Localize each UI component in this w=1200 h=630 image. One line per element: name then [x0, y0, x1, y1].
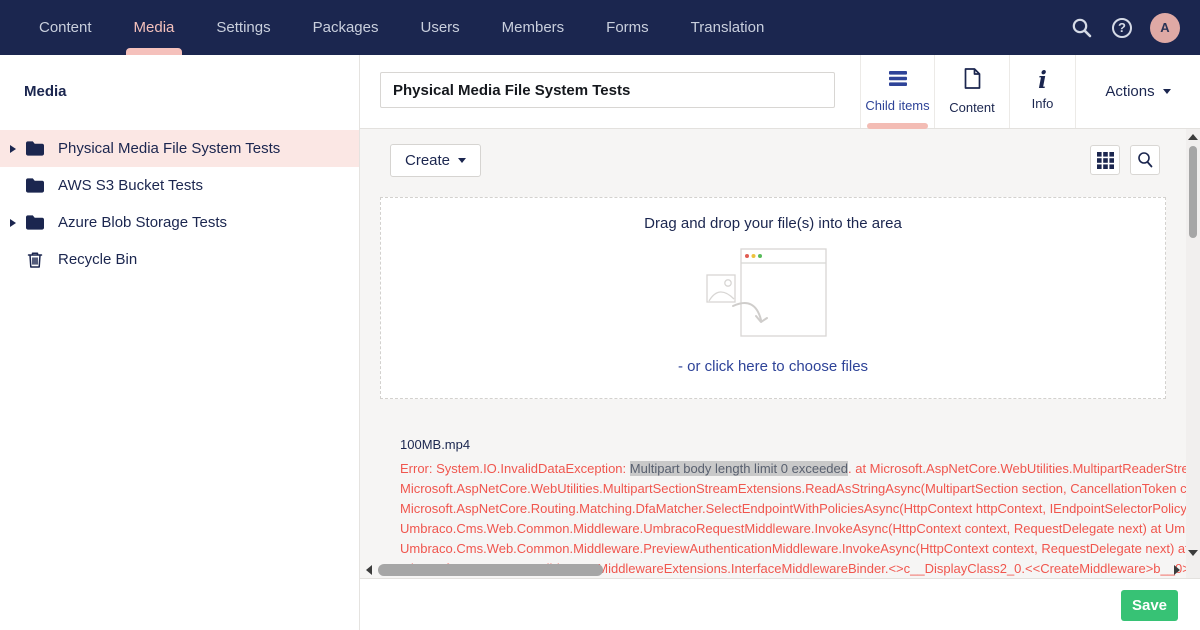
error-line: Error: System.IO.InvalidDataException: M… — [400, 459, 1186, 479]
document-icon — [964, 68, 981, 94]
horizontal-scrollbar[interactable] — [362, 563, 1182, 577]
tree-item-physical-media[interactable]: Physical Media File System Tests — [0, 130, 359, 167]
nav-item-users[interactable]: Users — [399, 0, 480, 55]
editor-header: Child items Content i Info Actions — [360, 55, 1200, 129]
vertical-scrollbar-thumb[interactable] — [1189, 146, 1197, 238]
search-icon — [1136, 151, 1154, 169]
sidebar-heading: Media — [0, 55, 359, 100]
horizontal-scrollbar-thumb[interactable] — [378, 564, 603, 576]
caret-down-icon — [458, 158, 466, 163]
tree-item-azure-blob[interactable]: Azure Blob Storage Tests — [0, 204, 359, 241]
error-line: Umbraco.Cms.Web.Common.Middleware.Umbrac… — [400, 519, 1186, 539]
nav-item-translation[interactable]: Translation — [670, 0, 786, 55]
error-line: Microsoft.AspNetCore.Routing.Matching.Df… — [400, 499, 1186, 519]
create-button[interactable]: Create — [390, 144, 481, 177]
caret-down-icon — [1163, 89, 1171, 94]
editor-footer: Save — [360, 578, 1200, 630]
active-underline — [126, 48, 183, 55]
nav-item-packages[interactable]: Packages — [292, 0, 400, 55]
scroll-left-arrow-icon[interactable] — [366, 565, 372, 575]
nav-item-members[interactable]: Members — [481, 0, 586, 55]
actions-dropdown[interactable]: Actions — [1075, 55, 1200, 128]
nav-item-forms[interactable]: Forms — [585, 0, 670, 55]
child-items-panel: Create Drag and drop your file(s) into t… — [360, 129, 1186, 578]
vertical-scrollbar[interactable] — [1186, 129, 1200, 578]
media-tree-sidebar: Media Physical Media File System Tests A… — [0, 55, 360, 630]
caret-right-icon[interactable] — [10, 145, 16, 153]
active-tab-indicator — [867, 123, 928, 129]
tab-info[interactable]: i Info — [1009, 55, 1075, 128]
folder-icon — [25, 214, 45, 232]
error-highlight: Multipart body length limit 0 exceeded — [630, 461, 848, 476]
search-children-button[interactable] — [1130, 145, 1160, 175]
folder-icon — [25, 140, 45, 158]
tab-child-items[interactable]: Child items — [860, 55, 934, 128]
nav-utilities: ? A — [1070, 13, 1200, 43]
upload-result: 100MB.mp4 Error: System.IO.InvalidDataEx… — [400, 437, 1186, 578]
tree-item-aws-s3[interactable]: AWS S3 Bucket Tests — [0, 167, 359, 204]
media-name-input[interactable] — [380, 72, 835, 108]
tree-item-recycle-bin[interactable]: Recycle Bin — [0, 241, 359, 278]
folder-icon — [25, 177, 45, 195]
scroll-down-arrow-icon[interactable] — [1188, 550, 1198, 556]
file-dropzone[interactable]: Drag and drop your file(s) into the area — [380, 197, 1166, 399]
search-icon[interactable] — [1070, 16, 1094, 40]
save-button[interactable]: Save — [1121, 590, 1178, 621]
dropzone-instruction: Drag and drop your file(s) into the area — [644, 215, 902, 232]
list-icon — [888, 70, 908, 92]
caret-right-icon[interactable] — [10, 219, 16, 227]
avatar[interactable]: A — [1150, 13, 1180, 43]
choose-files-link[interactable]: - or click here to choose files — [678, 358, 868, 375]
upload-illustration — [673, 246, 873, 346]
error-line: Umbraco.Cms.Web.Common.Middleware.Previe… — [400, 539, 1186, 559]
nav-item-media[interactable]: Media — [113, 0, 196, 55]
nav-item-content[interactable]: Content — [18, 0, 113, 55]
error-line: Microsoft.AspNetCore.WebUtilities.Multip… — [400, 479, 1186, 499]
section-nav: Content Media Settings Packages Users Me… — [0, 0, 785, 55]
trash-icon — [25, 251, 45, 269]
info-icon: i — [1038, 72, 1047, 90]
media-tree: Physical Media File System Tests AWS S3 … — [0, 130, 359, 278]
help-icon[interactable]: ? — [1112, 18, 1132, 38]
scroll-up-arrow-icon[interactable] — [1188, 134, 1198, 140]
nav-item-settings[interactable]: Settings — [195, 0, 291, 55]
top-navigation: Content Media Settings Packages Users Me… — [0, 0, 1200, 55]
grid-view-button[interactable] — [1090, 145, 1120, 175]
tab-content[interactable]: Content — [934, 55, 1009, 128]
scroll-right-arrow-icon[interactable] — [1174, 565, 1180, 575]
editor-main: Child items Content i Info Actions — [360, 55, 1200, 630]
uploaded-filename: 100MB.mp4 — [400, 437, 1186, 452]
editor-tabs: Child items Content i Info Actions — [860, 55, 1200, 128]
grid-icon — [1097, 152, 1114, 169]
